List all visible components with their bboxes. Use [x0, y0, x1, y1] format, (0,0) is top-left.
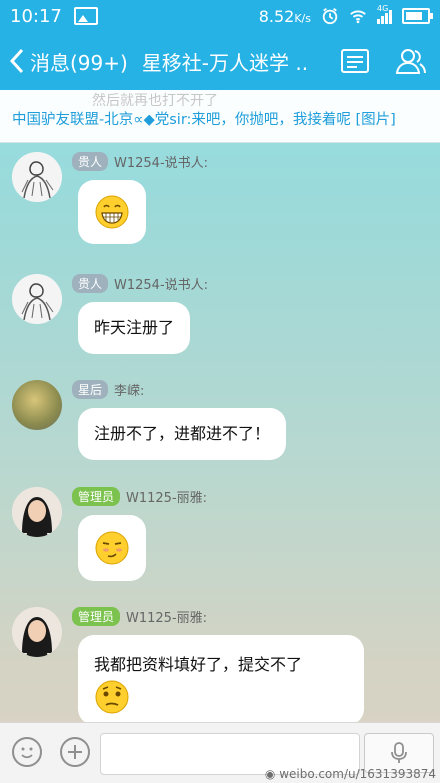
sender-name: W1125-丽雅:	[126, 611, 208, 626]
back-label[interactable]: 消息(99+)	[30, 47, 128, 76]
avatar[interactable]	[12, 274, 62, 324]
emoji-button[interactable]	[12, 737, 42, 767]
sketch-figure-avatar-icon	[12, 274, 62, 324]
member-badge: 星后	[72, 380, 109, 399]
status-bar: 10:17 8.52K/s 4G	[0, 0, 440, 32]
message-meta: 星后 李嵘:	[72, 380, 144, 399]
smug-emoji-icon	[95, 531, 129, 565]
message-text: 我都把资料填好了，提交不了	[94, 655, 303, 674]
member-badge: 管理员	[72, 607, 121, 626]
message-bubble[interactable]: 昨天注册了	[78, 302, 191, 354]
group-files-icon[interactable]	[340, 48, 370, 74]
signal-icon: 4G	[377, 4, 392, 24]
smiley-icon	[21, 747, 33, 759]
sender-name: W1254-说书人:	[114, 156, 209, 171]
watermark: ◉ weibo.com/u/1631393874	[264, 767, 436, 781]
member-badge: 贵人	[72, 274, 109, 293]
title-actions	[340, 47, 428, 75]
message-bubble[interactable]: 注册不了，进都进不了！	[78, 408, 287, 460]
message-bubble[interactable]	[78, 515, 146, 581]
avatar[interactable]	[12, 487, 62, 537]
alarm-icon	[322, 8, 338, 25]
pinned-notice[interactable]: 然后就再也打不开了 中国驴友联盟-北京∝◆党sir:来吧，你抛吧，我接着呢 [图…	[0, 90, 440, 143]
avatar[interactable]	[12, 152, 62, 202]
network-speed: 8.52K/s	[258, 6, 311, 26]
sender-name: 李嵘:	[114, 384, 145, 399]
grin-emoji-icon	[95, 195, 129, 229]
plus-icon	[68, 745, 82, 759]
message-text: 昨天注册了	[94, 318, 175, 337]
back-button[interactable]	[6, 43, 28, 79]
sender-name: W1254-说书人:	[114, 278, 209, 293]
member-badge: 管理员	[72, 487, 121, 506]
portrait-avatar-icon	[12, 607, 62, 657]
status-time: 10:17	[10, 5, 62, 27]
group-members-icon[interactable]	[394, 47, 428, 75]
message-text: 注册不了，进都进不了！	[94, 424, 271, 443]
status-right: 8.52K/s 4G	[258, 4, 433, 26]
image-notification-icon	[73, 7, 98, 25]
chat-screen: 10:17 8.52K/s 4G 消息(99+) 星移社-万人迷学 .. 然后就…	[0, 0, 440, 783]
title-bar: 消息(99+) 星移社-万人迷学 ..	[0, 32, 440, 90]
member-badge: 贵人	[72, 152, 109, 171]
sketch-figure-avatar-icon	[12, 152, 62, 202]
microphone-icon	[391, 742, 407, 763]
message-meta: 管理员 W1125-丽雅:	[72, 487, 207, 506]
portrait-avatar-icon	[12, 487, 62, 537]
plus-button[interactable]	[60, 737, 90, 767]
avatar[interactable]	[12, 607, 62, 657]
weibo-logo-icon: ◉	[264, 767, 276, 781]
message-meta: 贵人 W1254-说书人:	[72, 152, 208, 171]
message-bubble[interactable]: 我都把资料填好了，提交不了	[78, 635, 364, 725]
sender-name: W1125-丽雅:	[126, 491, 208, 506]
input-bar: ◉ weibo.com/u/1631393874	[0, 722, 440, 783]
message-meta: 管理员 W1125-丽雅:	[72, 607, 207, 626]
confused-emoji-icon	[95, 680, 129, 714]
battery-icon	[402, 8, 433, 24]
chevron-left-icon	[9, 48, 24, 74]
notice-ghost-text: 然后就再也打不开了	[92, 93, 218, 109]
notice-text: 中国驴友联盟-北京∝◆党sir:来吧，你抛吧，我接着呢 [图片]	[12, 112, 396, 128]
chat-title: 星移社-万人迷学 ..	[141, 50, 309, 75]
wifi-icon	[350, 10, 366, 24]
message-meta: 贵人 W1254-说书人:	[72, 274, 208, 293]
message-bubble[interactable]	[78, 180, 146, 244]
avatar[interactable]	[12, 380, 62, 430]
